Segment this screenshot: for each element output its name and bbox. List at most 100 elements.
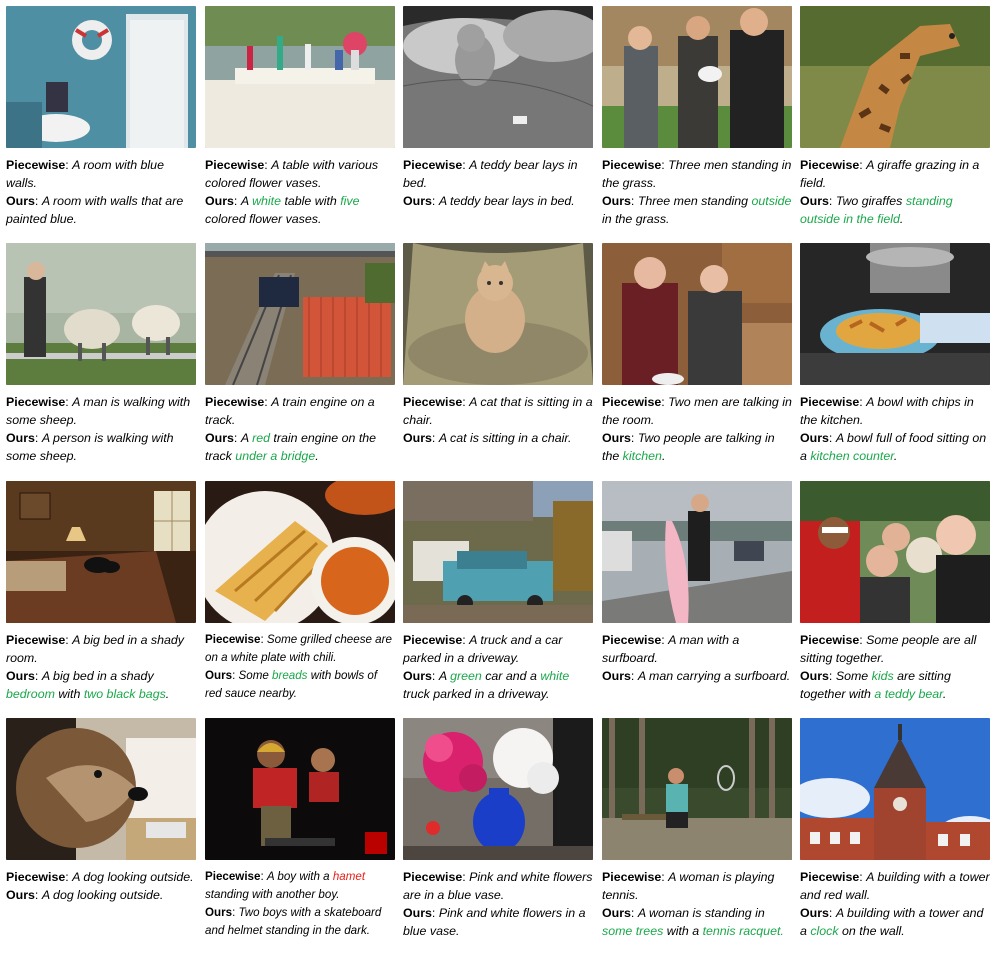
caption-text: A man carrying a surfboard. [637,669,791,683]
example-image-people-with-teddy [800,481,990,623]
piecewise-label: Piecewise [602,870,662,884]
figure-cell: Piecewise: A truck and a car parked in a… [403,481,593,703]
piecewise-label: Piecewise [800,158,860,172]
example-image-bowl-of-chips [800,243,990,385]
highlight-text: red [252,431,270,445]
caption-text: truck parked in a driveway. [403,687,550,701]
example-image-bed-in-room [6,481,196,623]
caption-block: Piecewise: A man with a surfboard. Ours: … [602,633,791,683]
caption-text: standing with another boy. [205,888,340,901]
caption-block: Piecewise: A dog looking outside. Ours: A… [6,870,194,902]
caption-text: colored flower vases. [205,212,322,226]
piecewise-label: Piecewise [6,395,66,409]
figure-cell: Piecewise: Three men standing in the gra… [602,6,792,228]
caption-block: Piecewise: A room with blue walls. Ours: … [6,158,184,226]
highlight-text: breads [272,669,308,682]
example-image-room-with-lifebuoy [6,6,196,148]
caption-text: A boy with a [266,870,333,883]
piecewise-label: Piecewise [205,395,265,409]
example-image-cat-in-chair [403,243,593,385]
caption-block: Piecewise: A teddy bear lays in bed. Ours… [403,158,578,208]
highlight-text: kids [871,669,894,683]
highlight-text: a teddy bear [874,687,943,701]
highlight-text: under a bridge [235,449,316,463]
piecewise-label: Piecewise [403,395,463,409]
example-image-teddy-bear-in-bed [403,6,593,148]
figure-cell: Piecewise: A cat that is sitting in a ch… [403,243,593,447]
figure-cell: Piecewise: A boy with a hamet standing w… [205,718,395,940]
caption-text: . [893,449,898,463]
caption-text: with a [663,924,703,938]
caption-text: Two boys with a skateboard and helmet st… [205,906,382,937]
figure-cell: Piecewise: Some people are all sitting t… [800,481,990,703]
highlight-text: tennis racquet. [702,924,784,938]
example-image-woman-tennis [602,718,792,860]
piecewise-label: Piecewise [800,870,860,884]
ours-label: Ours [602,194,631,208]
caption-text: table with [281,194,341,208]
caption-block: Piecewise: A table with various colored … [205,158,379,226]
ours-label: Ours [6,431,35,445]
ours-label: Ours [602,431,631,445]
ours-label: Ours [602,906,631,920]
caption-block: Piecewise: A giraffe grazing in a field.… [800,158,980,226]
caption-text: A big bed in a shady [41,669,154,683]
figure-cell: Piecewise: A train engine on a track. Our… [205,243,395,465]
highlight-text: kitchen counter [810,449,894,463]
caption-text: A [240,431,253,445]
piecewise-label: Piecewise [205,158,265,172]
example-image-giraffe-in-field [800,6,990,148]
figure-cell: Piecewise: A woman is playing tennis. Our… [602,718,792,940]
caption-text: A [240,194,253,208]
ours-label: Ours [800,431,829,445]
example-image-building-with-tower [800,718,990,860]
ours-label: Ours [403,194,432,208]
caption-text: A [438,669,451,683]
ours-label: Ours [800,906,829,920]
ours-label: Ours [602,669,631,683]
caption-text: A teddy bear lays in bed. [438,194,575,208]
example-image-two-people-kitchen [602,243,792,385]
piecewise-label: Piecewise [403,633,463,647]
highlight-text: some trees [602,924,664,938]
piecewise-label: Piecewise [602,395,662,409]
figure-cell: Piecewise: A dog looking outside. Ours: A… [6,718,196,904]
figure-cell: Piecewise: A table with various colored … [205,6,395,228]
highlight-text: green [450,669,482,683]
example-image-man-with-sheep [6,243,196,385]
ours-label: Ours [800,194,829,208]
highlight-text: bedroom [6,687,55,701]
caption-block: Piecewise: A bowl with chips in the kitc… [800,395,987,463]
figure-cell: Piecewise: A big bed in a shady room. Our… [6,481,196,703]
caption-text: with [54,687,84,701]
ours-label: Ours [205,194,234,208]
caption-block: Piecewise: Two men are talking in the ro… [602,395,792,463]
piecewise-label: Piecewise [602,633,662,647]
caption-text: Some [238,669,273,682]
piecewise-label: Piecewise [800,395,860,409]
example-image-table-with-vases [205,6,395,148]
figure-cell: Piecewise: Two men are talking in the ro… [602,243,792,465]
figure-cell: Piecewise: A bowl with chips in the kitc… [800,243,990,465]
caption-text: car and a [481,669,541,683]
caption-block: Piecewise: A building with a tower and r… [800,870,990,938]
ours-label: Ours [800,669,829,683]
ours-label: Ours [403,669,432,683]
ours-label: Ours [205,906,233,919]
piecewise-label: Piecewise [6,870,66,884]
error-text: hamet [332,870,366,883]
highlight-text: clock [810,924,839,938]
caption-text: . [661,449,666,463]
caption-text: . [315,449,319,463]
caption-text: . [899,212,904,226]
example-image-flowers-in-vase [403,718,593,860]
caption-text: A dog looking outside. [41,888,164,902]
piecewise-label: Piecewise [6,633,66,647]
highlight-text: five [340,194,360,208]
caption-block: Piecewise: Some people are all sitting t… [800,633,977,701]
figure-cell: Piecewise: A man with a surfboard. Ours: … [602,481,792,685]
figure-cell: Piecewise: A building with a tower and r… [800,718,990,940]
ours-label: Ours [403,431,432,445]
caption-text: A cat is sitting in a chair. [438,431,572,445]
ours-label: Ours [205,431,234,445]
